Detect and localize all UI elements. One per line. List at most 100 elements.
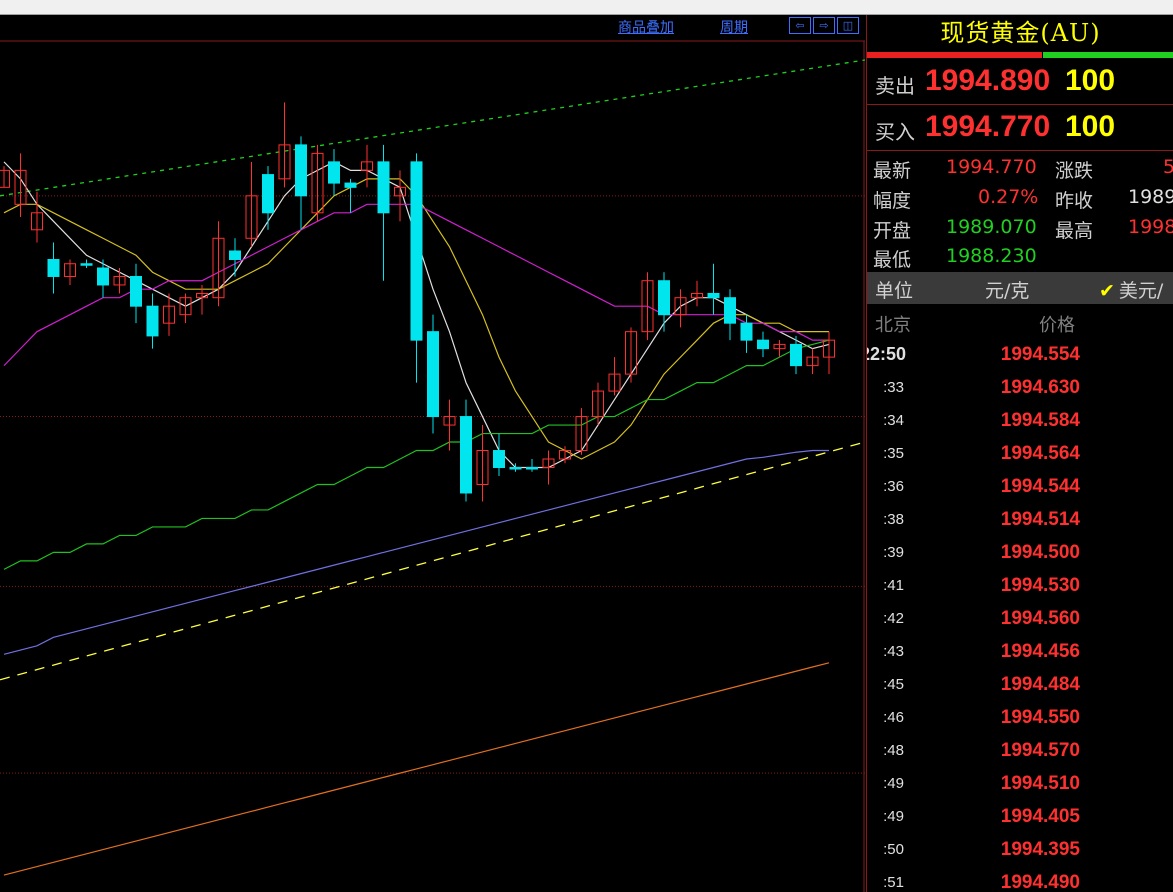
tick-row: :48 1994.570	[867, 736, 1173, 769]
tick-price: 1994.490	[1000, 872, 1080, 892]
candle-down	[344, 182, 357, 188]
tick-time: :39	[883, 544, 904, 561]
tick-row: :33 1994.630	[867, 373, 1173, 406]
range-value: 0.27%	[978, 186, 1039, 208]
tick-price: 1994.405	[1000, 806, 1080, 827]
buy-volume: 100	[1065, 110, 1116, 143]
checkmark-icon: ✔	[1099, 280, 1115, 302]
candle-down	[328, 161, 340, 184]
latest-value: 1994.770	[946, 156, 1037, 178]
latest-label: 最新	[873, 160, 912, 182]
candle-down	[509, 467, 522, 470]
candle-down	[526, 467, 538, 470]
tick-row: :49 1994.510	[867, 769, 1173, 802]
tick-row: :50 1994.395	[867, 835, 1173, 868]
candle-down	[757, 339, 769, 350]
sell-quote-row: 卖出 1994.890 100	[867, 60, 1173, 105]
candle-down	[97, 267, 109, 286]
tick-time: :45	[883, 676, 904, 693]
unit-usd-label: 美元/	[1118, 280, 1164, 302]
tick-row: :43 1994.456	[867, 637, 1173, 670]
tick-row: :39 1994.500	[867, 538, 1173, 571]
tick-time: :42	[883, 610, 904, 627]
buy-price: 1994.770	[925, 110, 1051, 143]
open-value: 1989.070	[946, 216, 1037, 238]
buy-label: 买入	[875, 120, 915, 144]
tick-price: 1994.550	[1000, 707, 1080, 728]
tick-list-header: 北京 价格	[867, 307, 1173, 337]
instrument-title: 现货黄金(AU)	[940, 19, 1101, 47]
tick-price: 1994.584	[1000, 410, 1080, 431]
header-city: 北京	[875, 315, 911, 336]
tick-price: 1994.544	[1000, 476, 1080, 497]
high-label: 最高	[1055, 220, 1094, 242]
tick-row: :51 1994.490	[867, 868, 1173, 892]
candle-down	[377, 161, 390, 214]
tick-price: 1994.554	[1000, 344, 1080, 365]
kline-chart-area[interactable]: 商品叠加 周期 ⇦ ⇨ ◫	[0, 15, 865, 892]
tick-time: :49	[883, 775, 904, 792]
candle-down	[295, 144, 307, 197]
tick-time: :50	[883, 841, 904, 858]
kline-chart[interactable]	[0, 15, 865, 892]
low-value: 1988.230	[946, 245, 1037, 267]
bias-bar-buy	[1042, 52, 1173, 58]
tick-time: :41	[883, 577, 904, 594]
layout-toggle-icon[interactable]: ◫	[837, 17, 859, 34]
change-label: 涨跌	[1055, 160, 1094, 182]
tick-time: :48	[883, 742, 904, 759]
tick-price: 1994.570	[1000, 740, 1080, 761]
candle-down	[262, 174, 274, 214]
high-value: 1998	[1128, 216, 1173, 238]
candle-down	[427, 331, 439, 418]
tick-row: :38 1994.514	[867, 505, 1173, 538]
candle-down	[130, 275, 142, 307]
overlay-button[interactable]: 商品叠加	[618, 17, 674, 37]
quote-panel: 现货黄金(AU) 卖出 1994.890 100 买入 1994.770 100…	[866, 15, 1173, 892]
tick-row: :36 1994.544	[867, 472, 1173, 505]
candle-down	[740, 322, 753, 341]
tick-row: :45 1994.484	[867, 670, 1173, 703]
tick-price: 1994.500	[1000, 542, 1080, 563]
scroll-right-icon[interactable]: ⇨	[813, 17, 835, 34]
tick-row: :41 1994.530	[867, 571, 1173, 604]
window-top-bar	[0, 0, 1173, 15]
tick-row: :42 1994.560	[867, 604, 1173, 637]
ma120-line	[3, 449, 829, 655]
sell-label: 卖出	[875, 74, 915, 98]
candle-down	[80, 263, 93, 266]
tick-price: 1994.514	[1000, 509, 1080, 530]
candle-down	[47, 258, 60, 277]
tick-price: 1994.395	[1000, 839, 1080, 860]
tick-price: 1994.560	[1000, 608, 1080, 629]
tick-price: 1994.530	[1000, 575, 1080, 596]
header-price: 价格	[1039, 315, 1075, 336]
ma250-line	[3, 662, 830, 876]
tick-row: 22:50 1994.554	[867, 340, 1173, 373]
tick-price: 1994.630	[1000, 377, 1080, 398]
candle-down	[229, 250, 241, 260]
tick-time: :43	[883, 643, 904, 660]
candle-down	[790, 343, 802, 367]
tick-time: :38	[883, 511, 904, 528]
tick-time: :34	[883, 412, 904, 429]
candle-down	[493, 450, 505, 468]
prev-close-label: 昨收	[1055, 190, 1094, 212]
unit-option-cny[interactable]: 元/克	[985, 276, 1029, 303]
candle-down	[658, 280, 670, 316]
change-value: 5	[1163, 156, 1173, 178]
tick-time: 22:50	[867, 344, 906, 364]
tick-row: :35 1994.564	[867, 439, 1173, 472]
bias-bar-sell	[867, 52, 1042, 58]
unit-option-usd[interactable]: ✔ 美元/	[1099, 276, 1163, 303]
unit-label: 单位	[875, 280, 914, 302]
scroll-left-icon[interactable]: ⇦	[789, 17, 811, 34]
sell-price: 1994.890	[925, 64, 1051, 97]
tick-list[interactable]: 22:50 1994.554 :33 1994.630 :34 1994.584 :35 19…	[867, 340, 1173, 892]
period-button[interactable]: 周期	[720, 17, 748, 37]
buy-quote-row: 买入 1994.770 100	[867, 106, 1173, 151]
tick-row: :49 1994.405	[867, 802, 1173, 835]
sell-volume: 100	[1065, 64, 1116, 97]
candle-down	[724, 297, 736, 324]
tick-price: 1994.564	[1000, 443, 1080, 464]
